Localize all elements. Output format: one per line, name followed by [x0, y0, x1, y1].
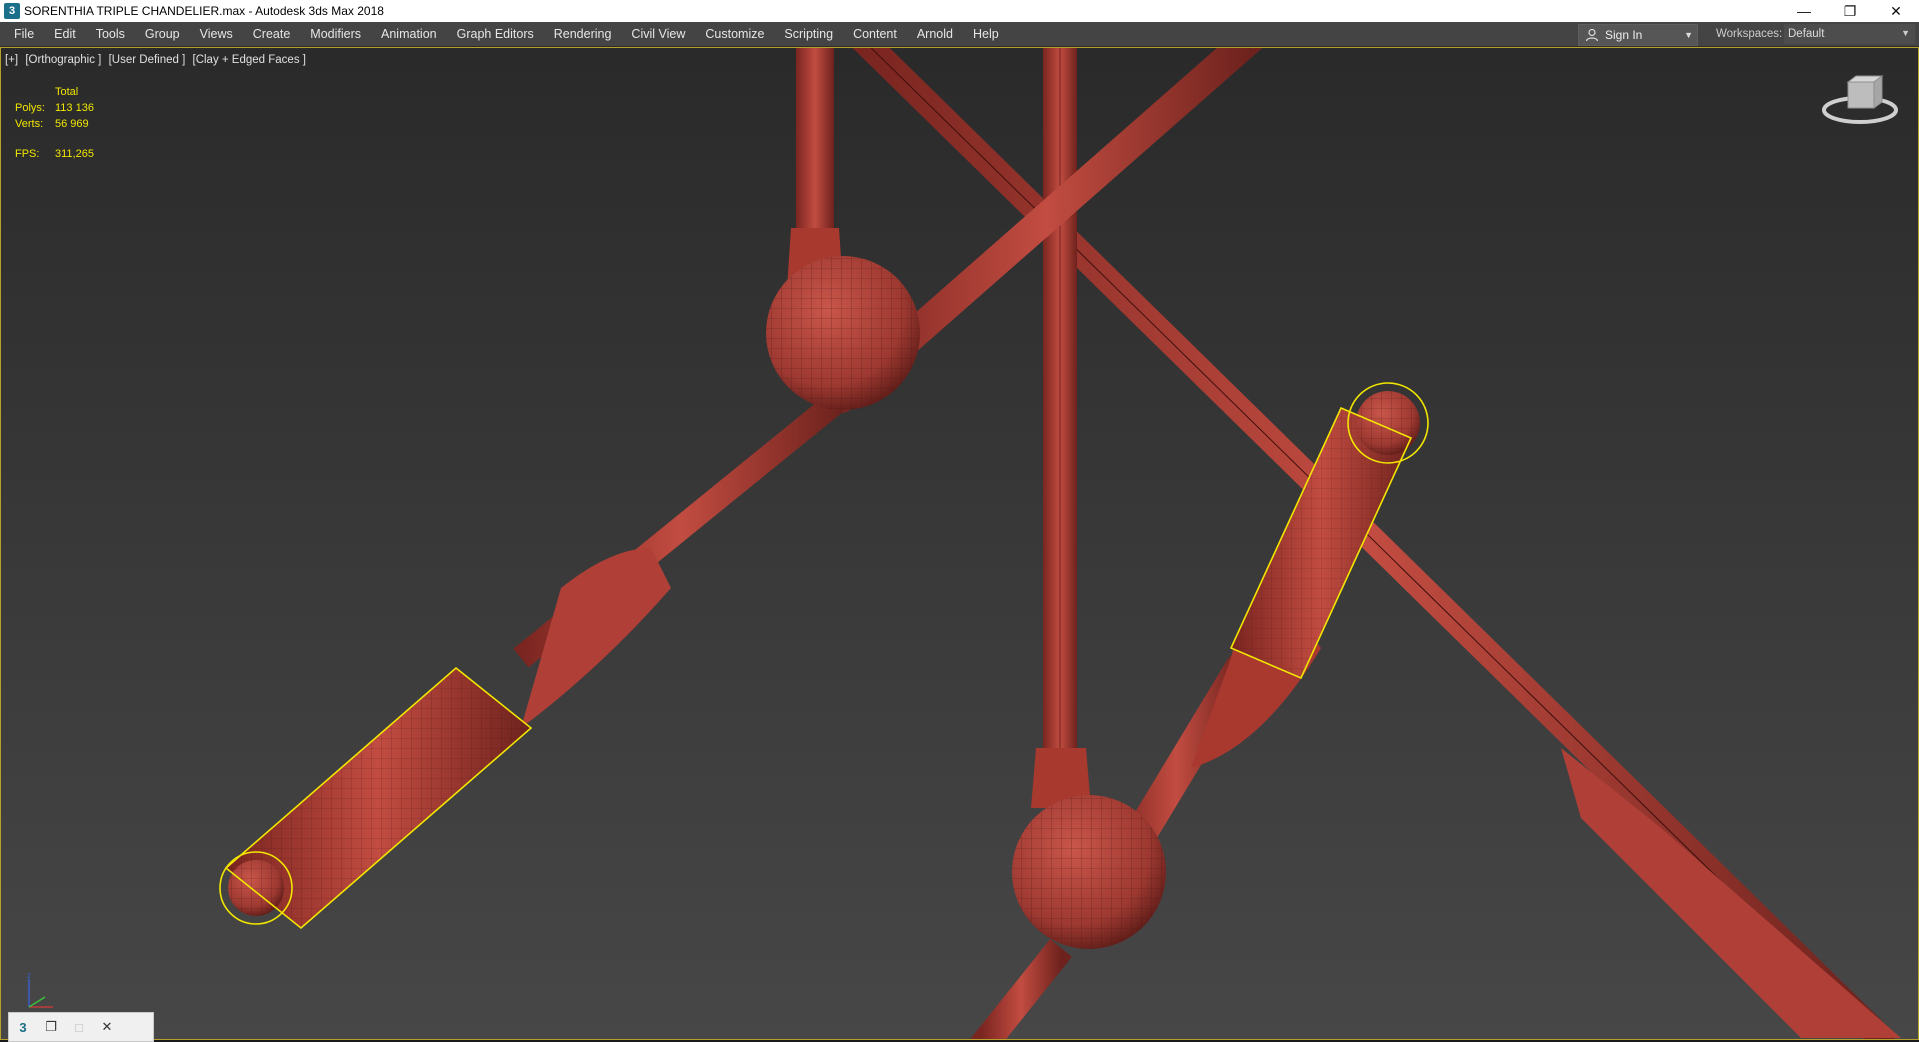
- verts-label: Verts:: [15, 118, 44, 130]
- viewport-stage-label[interactable]: [User Defined ]: [109, 54, 186, 66]
- app-icon: 3: [4, 3, 20, 19]
- sphere-joint-bottom: [970, 748, 1166, 1039]
- close-button[interactable]: ✕: [1873, 0, 1919, 22]
- menu-file[interactable]: File: [0, 22, 44, 46]
- menu-graph-editors[interactable]: Graph Editors: [447, 22, 544, 46]
- close-icon[interactable]: ✕: [93, 1019, 121, 1035]
- viewport-menu-plus[interactable]: [+]: [5, 54, 18, 66]
- menu-scripting[interactable]: Scripting: [774, 22, 843, 46]
- axis-z-label: z: [27, 971, 31, 980]
- user-icon: [1585, 28, 1599, 42]
- menu-content[interactable]: Content: [843, 22, 907, 46]
- menu-animation[interactable]: Animation: [371, 22, 447, 46]
- viewport-statistics: Total Polys: 113 136 Verts: 56 969 FPS: 311…: [15, 84, 94, 162]
- viewport-shading-label[interactable]: [Clay + Edged Faces ]: [193, 54, 306, 66]
- viewcube-icon[interactable]: [1820, 72, 1900, 132]
- restore-icon[interactable]: ❐: [37, 1019, 65, 1035]
- menu-edit[interactable]: Edit: [44, 22, 86, 46]
- chevron-down-icon: ▼: [1684, 30, 1693, 40]
- maximize-icon[interactable]: □: [65, 1020, 93, 1035]
- menu-create[interactable]: Create: [243, 22, 301, 46]
- title-bar: 3 SORENTHIA TRIPLE CHANDELIER.max - Auto…: [0, 0, 1919, 22]
- minimized-window-strip[interactable]: 3 ❐ □ ✕: [8, 1012, 154, 1042]
- menu-civil-view[interactable]: Civil View: [621, 22, 695, 46]
- arm-right: [1095, 382, 1429, 899]
- rod-vertical-left: [787, 48, 843, 288]
- sign-in-dropdown[interactable]: Sign In ▼: [1578, 24, 1698, 46]
- polys-value: 113 136: [55, 102, 94, 114]
- scene-render[interactable]: [1, 48, 1918, 1039]
- minimize-button[interactable]: —: [1781, 0, 1827, 22]
- menu-help[interactable]: Help: [963, 22, 1009, 46]
- sphere-joint-left: [766, 256, 920, 410]
- workspaces-select[interactable]: Default ▼: [1784, 24, 1915, 44]
- rod-vertical-center: [1043, 48, 1077, 758]
- menu-modifiers[interactable]: Modifiers: [300, 22, 371, 46]
- stats-header: Total: [55, 86, 79, 98]
- fps-value: 311,265: [55, 148, 94, 160]
- menu-customize[interactable]: Customize: [695, 22, 774, 46]
- workspaces-label: Workspaces:: [1716, 28, 1783, 40]
- fps-label: FPS:: [15, 148, 40, 160]
- menu-tools[interactable]: Tools: [86, 22, 135, 46]
- viewport-view-label[interactable]: [Orthographic ]: [25, 54, 101, 66]
- menu-group[interactable]: Group: [135, 22, 190, 46]
- window-controls: — ❐ ✕: [1781, 0, 1919, 22]
- restore-button[interactable]: ❐: [1827, 0, 1873, 22]
- menu-bar: File Edit Tools Group Views Create Modif…: [0, 22, 1919, 47]
- chevron-down-icon: ▼: [1901, 28, 1910, 38]
- window-title: SORENTHIA TRIPLE CHANDELIER.max - Autode…: [24, 4, 384, 18]
- perspective-viewport[interactable]: [+] [Orthographic ] [User Defined ] [Cla…: [0, 47, 1919, 1040]
- sign-in-label: Sign In: [1605, 28, 1643, 42]
- 3ds-max-icon[interactable]: 3: [9, 1020, 37, 1035]
- axis-tripod-icon: z: [27, 971, 53, 1008]
- polys-label: Polys:: [15, 102, 45, 114]
- menu-views[interactable]: Views: [190, 22, 243, 46]
- workspaces-value: Default: [1788, 28, 1825, 40]
- arm-left: [219, 388, 849, 930]
- menu-arnold[interactable]: Arnold: [907, 22, 963, 46]
- viewport-label-bar[interactable]: [+] [Orthographic ] [User Defined ] [Cla…: [5, 54, 310, 66]
- verts-value: 56 969: [55, 118, 89, 130]
- menu-rendering[interactable]: Rendering: [544, 22, 622, 46]
